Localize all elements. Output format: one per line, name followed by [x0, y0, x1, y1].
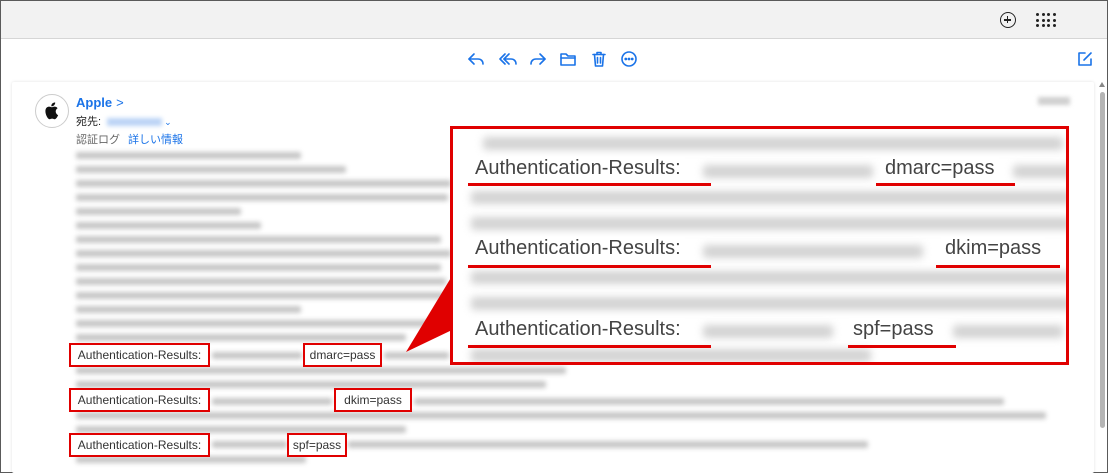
callout-spf-label: Authentication-Results: [471, 318, 685, 341]
callout-dmarc-label: Authentication-Results: [471, 157, 685, 180]
callout-dmarc-value-underline [876, 183, 1015, 186]
callout-dmarc-label-underline [468, 183, 711, 186]
callout-spf-value-underline [848, 345, 956, 348]
callout-dkim-label-underline [468, 265, 711, 268]
callout-dkim-value: dkim=pass [941, 237, 1046, 260]
callout-dkim-label: Authentication-Results: [471, 237, 685, 260]
callout-spf-label-underline [468, 345, 711, 348]
zoom-callout: Authentication-Results: dmarc=pass Authe… [450, 126, 1069, 365]
callout-spf-value: spf=pass [849, 318, 938, 341]
callout-dkim-value-underline [936, 265, 1060, 268]
callout-dmarc-value: dmarc=pass [881, 157, 999, 180]
